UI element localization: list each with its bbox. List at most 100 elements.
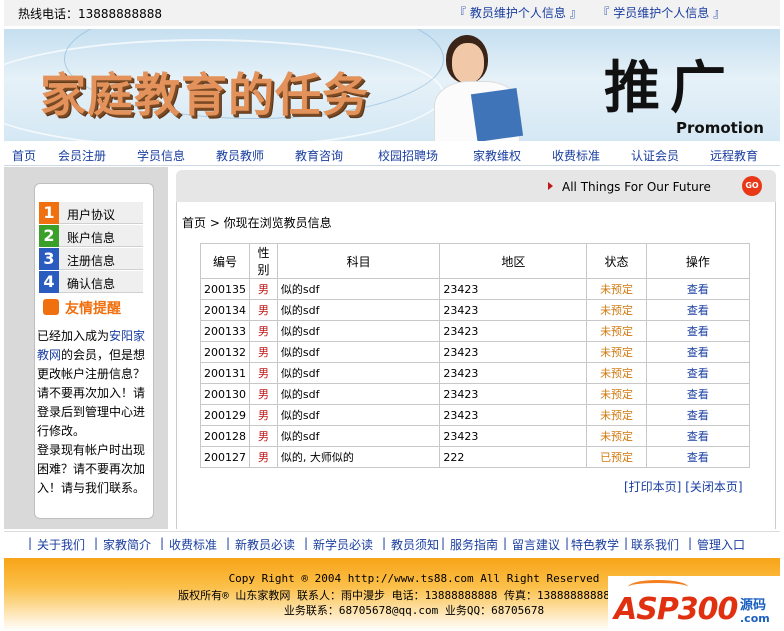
step-label: 用户协议 <box>67 208 116 222</box>
footer-link-featured[interactable]: 特色教学 <box>571 536 619 553</box>
arrow-icon <box>548 182 553 190</box>
step-register-info[interactable]: 3 注册信息 <box>39 248 143 270</box>
cell-area: 23423 <box>439 383 588 405</box>
nav-home[interactable]: 首页 <box>12 147 36 164</box>
banner-calligraphy: 推广 <box>604 55 736 121</box>
view-link[interactable]: 查看 <box>645 446 751 468</box>
footer-link-contact[interactable]: 联系我们 <box>631 536 679 553</box>
col-header-status: 状态 <box>586 243 647 279</box>
footer-nav: | 关于我们 | 家教简介 | 收费标准 | 新教员必读 | 新学员必读 | 教… <box>4 531 780 555</box>
hotline-text: 热线电话：13888888888 <box>18 7 162 21</box>
nav-campus-recruit[interactable]: 校园招聘场 <box>378 147 438 164</box>
cell-area: 222 <box>439 446 588 468</box>
teacher-table: 编号 性别 科目 地区 状态 操作 200135 男 似的sdf 23423 未… <box>200 243 751 468</box>
cell-sex: 男 <box>249 425 278 447</box>
nav-students[interactable]: 学员信息 <box>137 147 185 164</box>
cell-subject: 似的sdf <box>276 425 441 447</box>
cell-id: 200131 <box>200 362 250 384</box>
table-row: 200132 男 似的sdf 23423 未预定 查看 <box>200 341 751 363</box>
cell-subject: 似的sdf <box>276 341 441 363</box>
nav-consult[interactable]: 教育咨询 <box>295 147 343 164</box>
main-header-bar: All Things For Our Future GO <box>176 170 776 202</box>
table-row: 200134 男 似的sdf 23423 未预定 查看 <box>200 299 751 321</box>
teacher-maintain-link[interactable]: 『 教员维护个人信息 』 <box>454 6 582 20</box>
table-row: 200130 男 似的sdf 23423 未预定 查看 <box>200 383 751 405</box>
view-link[interactable]: 查看 <box>645 362 751 384</box>
footer-sep: | <box>28 536 33 550</box>
view-link[interactable]: 查看 <box>645 320 751 342</box>
step-confirm-info[interactable]: 4 确认信息 <box>39 271 143 293</box>
cell-status: 已预定 <box>586 446 647 468</box>
col-header-area: 地区 <box>439 243 588 279</box>
cell-area: 23423 <box>439 320 588 342</box>
student-maintain-link[interactable]: 『 学员维护个人信息 』 <box>597 6 725 20</box>
col-header-action: 操作 <box>645 243 751 279</box>
step-user-agreement[interactable]: 1 用户协议 <box>39 202 143 224</box>
cell-id: 200129 <box>200 404 250 426</box>
cell-sex: 男 <box>249 362 278 384</box>
view-link[interactable]: 查看 <box>645 404 751 426</box>
col-header-sex: 性别 <box>249 243 278 279</box>
footer-link-new-teacher[interactable]: 新教员必读 <box>235 536 295 553</box>
step-number-icon: 4 <box>39 271 59 293</box>
view-link[interactable]: 查看 <box>645 299 751 321</box>
cell-status: 未预定 <box>586 425 647 447</box>
breadcrumb: 首页 > 你现在浏览教员信息 <box>182 216 332 230</box>
cell-id: 200130 <box>200 383 250 405</box>
sidebar: 1 用户协议 2 账户信息 3 注册信息 4 确认信息 友情提醒 已经加入成为安… <box>4 167 168 529</box>
cell-sex: 男 <box>249 446 278 468</box>
view-link[interactable]: 查看 <box>645 278 751 300</box>
cell-area: 23423 <box>439 404 588 426</box>
footer-link-new-student[interactable]: 新学员必读 <box>313 536 373 553</box>
table-row: 200131 男 似的sdf 23423 未预定 查看 <box>200 362 751 384</box>
main-nav: 首页 会员注册 学员信息 教员教师 教育咨询 校园招聘场 家教维权 收费标准 认… <box>4 143 780 166</box>
footer-sep: | <box>382 536 387 550</box>
cell-id: 200127 <box>200 446 250 468</box>
print-page-link[interactable]: [打印本页] <box>624 480 681 494</box>
cell-area: 23423 <box>439 278 588 300</box>
nav-fees[interactable]: 收费标准 <box>552 147 600 164</box>
footer-link-fees[interactable]: 收费标准 <box>169 536 217 553</box>
go-button[interactable]: GO <box>742 176 762 196</box>
table-row: 200135 男 似的sdf 23423 未预定 查看 <box>200 278 751 300</box>
nav-teachers[interactable]: 教员教师 <box>216 147 264 164</box>
footer-sep: | <box>624 536 629 550</box>
cell-sex: 男 <box>249 383 278 405</box>
step-label: 账户信息 <box>67 231 116 245</box>
cell-id: 200133 <box>200 320 250 342</box>
cell-sex: 男 <box>249 320 278 342</box>
table-row: 200128 男 似的sdf 23423 未预定 查看 <box>200 425 751 447</box>
cell-id: 200132 <box>200 341 250 363</box>
nav-register[interactable]: 会员注册 <box>58 147 106 164</box>
step-account-info[interactable]: 2 账户信息 <box>39 225 143 247</box>
footer-link-feedback[interactable]: 留言建议 <box>512 536 560 553</box>
view-link[interactable]: 查看 <box>645 383 751 405</box>
step-label: 确认信息 <box>67 277 116 291</box>
cell-area: 23423 <box>439 299 588 321</box>
footer-sep: | <box>688 536 693 550</box>
view-link[interactable]: 查看 <box>645 341 751 363</box>
footer-link-intro[interactable]: 家教简介 <box>103 536 151 553</box>
cell-status: 未预定 <box>586 320 647 342</box>
footer-link-teacher-notice[interactable]: 教员须知 <box>391 536 439 553</box>
banner-person-image <box>424 29 534 141</box>
view-link[interactable]: 查看 <box>645 425 751 447</box>
footer-link-about[interactable]: 关于我们 <box>37 536 85 553</box>
footer-link-admin[interactable]: 管理入口 <box>697 536 745 553</box>
nav-remote[interactable]: 远程教育 <box>710 147 758 164</box>
footer-link-service-guide[interactable]: 服务指南 <box>450 536 498 553</box>
footer-sep: | <box>94 536 99 550</box>
banner-promotion-text: Promotion <box>676 119 764 137</box>
nav-certified[interactable]: 认证会员 <box>631 147 679 164</box>
cell-subject: 似的sdf <box>276 278 441 300</box>
slogan: All Things For Our Future <box>562 180 711 194</box>
cell-subject: 似的, 大师似的 <box>276 446 441 468</box>
col-header-id: 编号 <box>200 243 250 279</box>
cell-subject: 似的sdf <box>276 404 441 426</box>
table-header-row: 编号 性别 科目 地区 状态 操作 <box>200 243 751 279</box>
step-number-icon: 2 <box>39 225 59 247</box>
clock-icon <box>43 299 59 315</box>
cell-area: 23423 <box>439 425 588 447</box>
close-page-link[interactable]: [关闭本页] <box>685 480 742 494</box>
nav-rights[interactable]: 家教维权 <box>473 147 521 164</box>
